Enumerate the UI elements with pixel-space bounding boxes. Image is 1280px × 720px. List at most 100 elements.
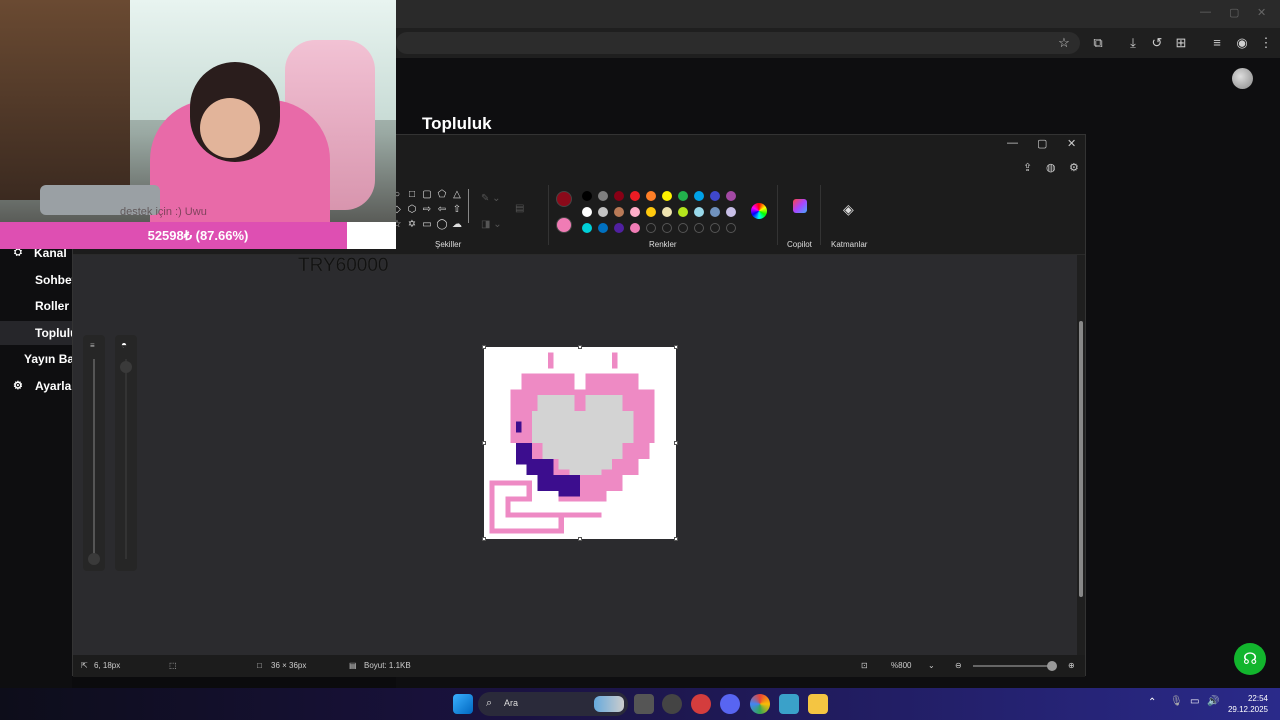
layers-label[interactable]: Katmanlar bbox=[831, 240, 867, 249]
task-view-icon[interactable] bbox=[634, 694, 654, 714]
resize-handle[interactable] bbox=[674, 441, 678, 445]
volume-icon[interactable]: 🔊 bbox=[1207, 696, 1219, 707]
palette-swatch[interactable] bbox=[662, 207, 672, 217]
palette-swatch[interactable] bbox=[646, 207, 656, 217]
vertical-scrollbar[interactable] bbox=[1077, 255, 1085, 655]
maximize-icon[interactable]: ▢ bbox=[1229, 6, 1239, 19]
resize-handle[interactable] bbox=[578, 345, 582, 349]
palette-swatch[interactable] bbox=[694, 207, 704, 217]
chevron-up-icon[interactable]: ⌃ bbox=[1148, 697, 1156, 708]
triangle-shape-icon[interactable]: △ bbox=[451, 189, 463, 200]
zoom-out-icon[interactable]: ⊖ bbox=[955, 661, 962, 670]
sidebar-item-settings[interactable]: ⚙ Ayarlar bbox=[0, 374, 72, 398]
extensions-icon[interactable]: ⧉ bbox=[1088, 33, 1108, 53]
palette-swatch[interactable] bbox=[726, 223, 736, 233]
callout-oval-shape-icon[interactable]: ◯ bbox=[436, 219, 448, 230]
rounded-rectangle-shape-icon[interactable]: ▢ bbox=[421, 189, 433, 200]
download-icon[interactable]: ⤓ bbox=[1123, 33, 1143, 53]
zoom-in-icon[interactable]: ⊕ bbox=[1068, 661, 1075, 670]
copilot-label[interactable]: Copilot bbox=[787, 240, 812, 249]
palette-swatch[interactable] bbox=[646, 191, 656, 201]
fit-icon[interactable]: ⊡ bbox=[861, 661, 868, 670]
minimize-icon[interactable]: — bbox=[1007, 137, 1018, 149]
minimize-icon[interactable]: — bbox=[1200, 6, 1211, 18]
profile-icon[interactable]: ◉ bbox=[1232, 33, 1252, 53]
share-icon[interactable]: ⇪ bbox=[1023, 161, 1032, 174]
opacity-slider-thumb[interactable] bbox=[120, 361, 132, 373]
palette-swatch[interactable] bbox=[662, 223, 672, 233]
menu-icon[interactable]: ⋮ bbox=[1256, 33, 1276, 53]
outline-icon[interactable]: ✎ ⌄ bbox=[481, 193, 501, 204]
network-icon[interactable]: ▭ bbox=[1190, 696, 1199, 707]
resize-handle[interactable] bbox=[482, 537, 486, 541]
support-chat-button[interactable]: ☊ bbox=[1234, 643, 1266, 675]
resize-handle[interactable] bbox=[482, 345, 486, 349]
palette-swatch[interactable] bbox=[694, 191, 704, 201]
discord-icon[interactable] bbox=[720, 694, 740, 714]
resize-handle[interactable] bbox=[482, 441, 486, 445]
fill-icon[interactable]: ◨ ⌄ bbox=[481, 219, 502, 230]
palette-swatch[interactable] bbox=[662, 191, 672, 201]
star-icon[interactable]: ☆ bbox=[1054, 33, 1074, 53]
palette-swatch[interactable] bbox=[678, 191, 688, 201]
copilot-icon[interactable] bbox=[793, 199, 807, 213]
sidebar-item-chat[interactable]: Sohbet bbox=[0, 268, 72, 292]
layers-icon[interactable]: ◈ bbox=[843, 201, 854, 218]
scrollbar-thumb[interactable] bbox=[1079, 321, 1083, 597]
palette-swatch[interactable] bbox=[630, 191, 640, 201]
palette-swatch[interactable] bbox=[614, 191, 624, 201]
line-width-icon[interactable]: ▤ bbox=[515, 203, 524, 214]
palette-swatch[interactable] bbox=[646, 223, 656, 233]
close-icon[interactable]: ✕ bbox=[1257, 6, 1266, 19]
zoom-level[interactable]: %800 bbox=[891, 661, 911, 670]
arrow-up-shape-icon[interactable]: ⇧ bbox=[451, 204, 463, 215]
edit-colors-icon[interactable] bbox=[751, 203, 767, 219]
palette-swatch[interactable] bbox=[614, 207, 624, 217]
palette-swatch[interactable] bbox=[582, 191, 592, 201]
size-slider[interactable]: ≡ bbox=[83, 335, 105, 571]
primary-color-swatch[interactable] bbox=[556, 191, 572, 207]
palette-swatch[interactable] bbox=[726, 207, 736, 217]
palette-swatch[interactable] bbox=[598, 207, 608, 217]
app-icon[interactable] bbox=[662, 694, 682, 714]
settings-icon[interactable]: ⚙ bbox=[1069, 161, 1079, 174]
palette-swatch[interactable] bbox=[678, 223, 688, 233]
star6-shape-icon[interactable]: ✡ bbox=[406, 219, 418, 230]
callout-cloud-shape-icon[interactable]: ☁ bbox=[451, 219, 463, 230]
polygon-shape-icon[interactable]: ⬠ bbox=[436, 189, 448, 200]
drawing-canvas[interactable] bbox=[484, 347, 676, 539]
palette-swatch[interactable] bbox=[678, 207, 688, 217]
resize-handle[interactable] bbox=[578, 537, 582, 541]
tab-search-icon[interactable]: ≡ bbox=[1207, 33, 1227, 53]
palette-swatch[interactable] bbox=[694, 223, 704, 233]
clock[interactable]: 22:54 29.12.2025 bbox=[1228, 693, 1268, 715]
palette-swatch[interactable] bbox=[710, 223, 720, 233]
taskbar-search[interactable]: ⌕ Ara bbox=[478, 692, 628, 716]
palette-swatch[interactable] bbox=[598, 191, 608, 201]
sidebar-item-stream-link[interactable]: Yayın Bağ bbox=[0, 347, 72, 371]
opacity-slider[interactable]: ◓ bbox=[115, 335, 137, 571]
file-explorer-icon[interactable] bbox=[808, 694, 828, 714]
account-icon[interactable]: ◍ bbox=[1046, 161, 1056, 174]
arrow-right-shape-icon[interactable]: ⇨ bbox=[421, 204, 433, 215]
sidebar-item-roles[interactable]: Roller bbox=[0, 294, 72, 318]
hexagon-shape-icon[interactable]: ⬡ bbox=[406, 204, 418, 215]
palette-swatch[interactable] bbox=[710, 207, 720, 217]
palette-swatch[interactable] bbox=[630, 223, 640, 233]
translate-icon[interactable]: ⊞ bbox=[1171, 33, 1191, 53]
callout-rect-shape-icon[interactable]: ▭ bbox=[421, 219, 433, 230]
avatar[interactable] bbox=[1232, 68, 1253, 89]
size-slider-thumb[interactable] bbox=[88, 553, 100, 565]
rectangle-shape-icon[interactable]: □ bbox=[406, 189, 418, 200]
palette-swatch[interactable] bbox=[710, 191, 720, 201]
address-bar[interactable] bbox=[396, 32, 1080, 54]
start-icon[interactable] bbox=[453, 694, 473, 714]
maximize-icon[interactable]: ▢ bbox=[1037, 137, 1047, 150]
zoom-slider[interactable] bbox=[973, 665, 1053, 667]
sidebar-item-community[interactable]: Topluluk bbox=[0, 321, 72, 345]
zoom-slider-thumb[interactable] bbox=[1047, 661, 1057, 671]
microphone-icon[interactable]: 🎙 bbox=[1170, 696, 1183, 707]
palette-swatch[interactable] bbox=[726, 191, 736, 201]
secondary-color-swatch[interactable] bbox=[556, 217, 572, 233]
close-icon[interactable]: ✕ bbox=[1067, 137, 1076, 150]
